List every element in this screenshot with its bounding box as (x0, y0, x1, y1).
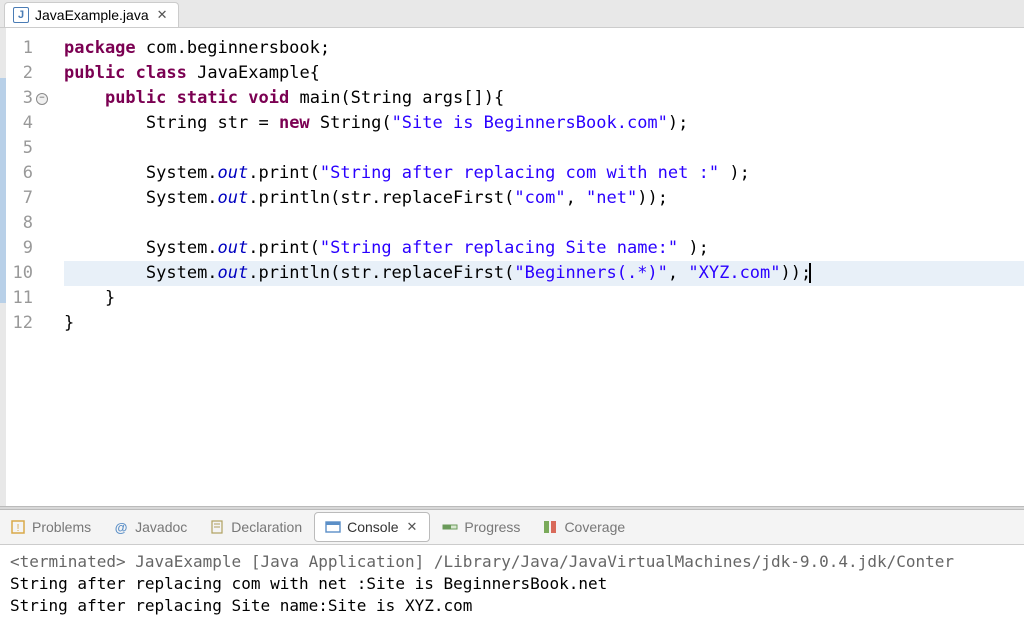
code-line[interactable]: System.out.println(str.replaceFirst("com… (64, 186, 1024, 211)
tab-label: Problems (32, 519, 91, 535)
java-file-icon: J (13, 7, 29, 23)
console-line: String after replacing Site name:Site is… (10, 595, 1014, 617)
console-output[interactable]: <terminated> JavaExample [Java Applicati… (0, 545, 1024, 623)
line-number: 1 (10, 36, 48, 61)
code-line[interactable]: public class JavaExample{ (64, 61, 1024, 86)
tab-label: Console (347, 519, 398, 535)
line-number: 7 (10, 186, 48, 211)
code-line[interactable]: String str = new String("Site is Beginne… (64, 111, 1024, 136)
code-line[interactable]: System.out.println(str.replaceFirst("Beg… (64, 261, 1024, 286)
declaration-icon (209, 519, 225, 535)
line-number: 11 (10, 286, 48, 311)
code-line[interactable] (64, 136, 1024, 161)
line-number: 2 (10, 61, 48, 86)
console-line: String after replacing com with net :Sit… (10, 573, 1014, 595)
line-number: 5 (10, 136, 48, 161)
console-status: <terminated> JavaExample [Java Applicati… (10, 551, 1014, 573)
code-line[interactable]: } (64, 311, 1024, 336)
tab-problems[interactable]: ! Problems (0, 513, 101, 541)
tab-progress[interactable]: Progress (432, 513, 530, 541)
problems-icon: ! (10, 519, 26, 535)
line-number: 4 (10, 111, 48, 136)
code-line[interactable]: } (64, 286, 1024, 311)
code-line[interactable]: package com.beginnersbook; (64, 36, 1024, 61)
progress-icon (442, 519, 458, 535)
coverage-icon (542, 519, 558, 535)
line-number: 3− (10, 86, 48, 111)
code-line[interactable] (64, 211, 1024, 236)
tab-label: Declaration (231, 519, 302, 535)
javadoc-icon: @ (113, 519, 129, 535)
line-number: 9 (10, 236, 48, 261)
code-line[interactable]: public static void main(String args[]){ (64, 86, 1024, 111)
line-number: 10 (10, 261, 48, 286)
tab-declaration[interactable]: Declaration (199, 513, 312, 541)
close-icon[interactable]: ✕ (155, 7, 170, 23)
tab-javadoc[interactable]: @ Javadoc (103, 513, 197, 541)
fold-icon[interactable]: − (36, 93, 48, 105)
bottom-tab-bar: ! Problems @ Javadoc Declaration Console… (0, 510, 1024, 545)
code-line[interactable]: System.out.print("String after replacing… (64, 161, 1024, 186)
tab-label: Progress (464, 519, 520, 535)
code-area[interactable]: package com.beginnersbook;public class J… (54, 28, 1024, 506)
tab-label: Javadoc (135, 519, 187, 535)
console-icon (325, 519, 341, 535)
svg-text:!: ! (17, 523, 20, 534)
code-line[interactable]: System.out.print("String after replacing… (64, 236, 1024, 261)
editor-tab-bar: J JavaExample.java ✕ (0, 0, 1024, 28)
close-icon[interactable]: ✕ (405, 519, 420, 535)
line-number: 8 (10, 211, 48, 236)
tab-filename: JavaExample.java (35, 7, 149, 23)
code-editor[interactable]: 123−456789101112 package com.beginnersbo… (0, 28, 1024, 506)
tab-console[interactable]: Console ✕ (314, 512, 430, 542)
line-number: 12 (10, 311, 48, 336)
line-number: 6 (10, 161, 48, 186)
line-gutter: 123−456789101112 (6, 28, 54, 506)
editor-tab[interactable]: J JavaExample.java ✕ (4, 2, 179, 27)
tab-label: Coverage (564, 519, 625, 535)
tab-coverage[interactable]: Coverage (532, 513, 635, 541)
